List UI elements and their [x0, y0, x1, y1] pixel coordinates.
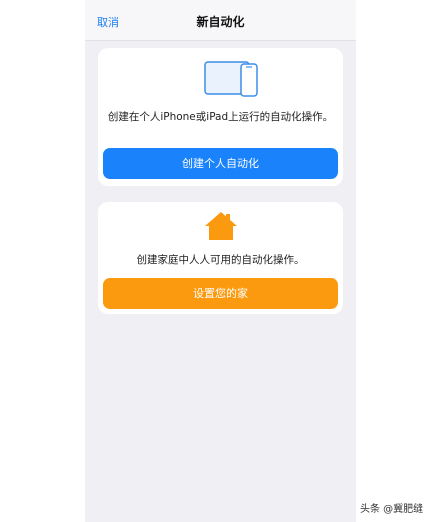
- phone-screen: 取消 新自动化 创建在个人iPhone或iPad上运行的自动化操作。 创建个人自…: [85, 0, 356, 522]
- page-title: 新自动化: [196, 15, 245, 29]
- page: 取消 新自动化 创建在个人iPhone或iPad上运行的自动化操作。 创建个人自…: [0, 0, 440, 522]
- navigation-bar: 取消 新自动化: [85, 0, 356, 41]
- personal-automation-description: 创建在个人iPhone或iPad上运行的自动化操作。: [107, 111, 334, 123]
- personal-automation-card: 创建在个人iPhone或iPad上运行的自动化操作。 创建个人自动化: [98, 48, 343, 186]
- home-automation-description: 创建家庭中人人可用的自动化操作。: [136, 254, 305, 266]
- iphone-ipad-icon: [204, 61, 258, 97]
- home-automation-card: 创建家庭中人人可用的自动化操作。 设置您的家: [98, 202, 343, 314]
- watermark: 头条 @冀肥缝: [360, 504, 424, 515]
- create-personal-automation-button[interactable]: 创建个人自动化: [103, 148, 338, 179]
- set-up-home-button[interactable]: 设置您的家: [103, 278, 338, 309]
- home-icon: [205, 212, 237, 240]
